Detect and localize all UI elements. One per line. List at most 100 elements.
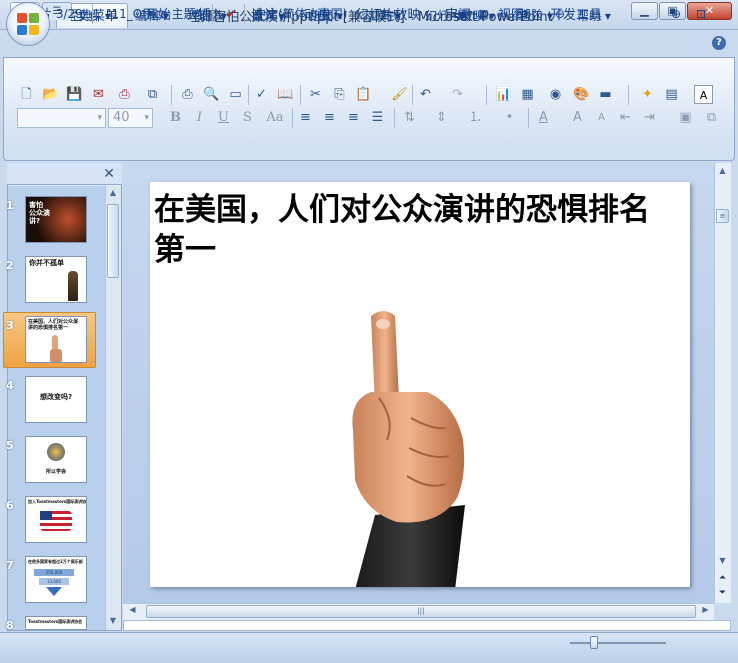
next-slide-icon[interactable]: ⏷ — [716, 588, 729, 601]
toolbar-separator — [394, 108, 395, 128]
vertical-scroll-thumb[interactable]: ≡ — [716, 209, 729, 223]
horizontal-scroll-thumb[interactable]: ||| — [146, 605, 696, 618]
shrink-font-icon[interactable]: A — [592, 108, 611, 127]
language-indicator[interactable]: 中文(简体，中国) — [254, 5, 347, 23]
italic-icon[interactable]: I — [190, 108, 209, 127]
slide-sorter-icon[interactable]: ▦ — [474, 5, 492, 23]
open-icon[interactable]: 📂 — [41, 85, 60, 104]
research-icon[interactable]: 📖 — [276, 85, 295, 104]
scroll-down-icon[interactable]: ▼ — [107, 616, 119, 628]
slide-thumbnail-6[interactable]: 加入Toastmasters国际演讲协会 — [25, 496, 87, 543]
zoom-in-icon[interactable]: ⊕ — [668, 5, 684, 23]
minimize-button[interactable]: ▁ — [631, 2, 658, 20]
quick-styles-icon[interactable]: ⧉ — [702, 108, 721, 127]
spell-check-icon[interactable]: ✔ — [222, 5, 240, 23]
person-figure — [68, 271, 78, 301]
redo-icon[interactable]: ↷ — [448, 85, 467, 104]
help-icon[interactable]: ? — [712, 36, 726, 50]
insert-clipart-icon[interactable]: ◉ — [546, 85, 565, 104]
insert-chart-icon[interactable]: 📊 — [494, 85, 513, 104]
fit-to-window-icon[interactable]: ⊡ — [692, 5, 710, 23]
color-grayscale-icon[interactable]: 🎨 — [572, 85, 591, 104]
change-case-icon[interactable]: Aa — [262, 108, 288, 127]
slide-thumbnail-2[interactable]: 你并不孤单 — [25, 256, 87, 303]
print-preview-icon[interactable]: 🔍 — [202, 85, 221, 104]
slide-color-icon[interactable]: ▬ — [596, 85, 615, 104]
theme-name[interactable]: "11_Office 主题" — [106, 5, 201, 23]
toolbar-separator — [300, 85, 301, 105]
cut-icon[interactable]: ✂ — [306, 85, 325, 104]
font-name-combo[interactable]: ▾ — [17, 108, 106, 128]
align-center-icon[interactable]: ≡ — [320, 108, 339, 127]
slide-show-icon[interactable]: ▭ — [494, 5, 512, 23]
bullets-icon[interactable]: • — [500, 108, 519, 127]
ribbon-tab-row — [0, 30, 738, 58]
font-size-combo[interactable]: 40 ▾ — [108, 108, 153, 128]
slide-thumbnail-8[interactable]: Toastmasters国际演讲协会 — [25, 616, 87, 630]
undo-icon[interactable]: ↶ — [416, 85, 435, 104]
zoom-slider-track[interactable] — [570, 642, 666, 644]
zoom-out-icon[interactable]: ⊖ — [552, 5, 568, 23]
slide-thumbnail-7[interactable]: 在很多国家有超过2万个俱乐部 250,000 13,000 — [25, 556, 87, 603]
current-slide[interactable]: 在美国，人们对公众演讲的恐惧排名第一 — [150, 182, 690, 587]
scroll-up-icon[interactable]: ▲ — [716, 166, 729, 179]
text-box-icon[interactable]: A — [694, 85, 713, 104]
grow-font-icon[interactable]: A — [568, 108, 587, 127]
thumbnail-text: 害怕 公众演讲? — [29, 201, 50, 225]
notes-pane[interactable] — [123, 620, 731, 631]
line-spacing-icon[interactable]: ⇕ — [432, 108, 451, 127]
scroll-up-icon[interactable]: ▲ — [107, 188, 119, 200]
funnel-bar-1: 250,000 — [34, 569, 74, 576]
copy-icon[interactable]: ⎘ — [330, 85, 349, 104]
shadow-icon[interactable]: S — [238, 108, 257, 127]
minimize-icon: ▁ — [640, 4, 649, 17]
slide-design-icon[interactable]: ▤ — [662, 85, 681, 104]
slide-title[interactable]: 在美国，人们对公众演讲的恐惧排名第一 — [154, 190, 674, 270]
insert-table-icon[interactable]: ▦ — [518, 85, 537, 104]
previous-slide-icon[interactable]: ⏶ — [716, 573, 729, 586]
justify-icon[interactable]: ☰ — [368, 108, 387, 127]
slide-thumbnail-3[interactable]: 在美国，人们对公众演讲的恐惧排名第一 — [25, 316, 87, 363]
slide-layout-icon[interactable]: ▭ — [226, 85, 245, 104]
decrease-indent-icon[interactable]: ⇤ — [616, 108, 635, 127]
text-direction-icon[interactable]: ⇅ — [400, 108, 419, 127]
scroll-left-icon[interactable]: ◀ — [126, 605, 139, 618]
scroll-down-icon[interactable]: ▼ — [716, 556, 729, 569]
align-right-icon[interactable]: ≡ — [344, 108, 363, 127]
numbering-icon[interactable]: ⒈ — [466, 108, 485, 127]
scroll-thumb[interactable] — [107, 204, 119, 278]
font-color-icon[interactable]: A — [534, 108, 553, 127]
vertical-scrollbar[interactable] — [714, 163, 731, 603]
zoom-level[interactable]: 56% — [516, 5, 543, 23]
format-painter-icon[interactable]: 🖌 — [390, 85, 409, 104]
menu-help[interactable]: 帮助 ▾ — [577, 7, 611, 25]
increase-indent-icon[interactable]: ⇥ — [640, 108, 659, 127]
scroll-right-icon[interactable]: ▶ — [699, 605, 712, 618]
save-icon[interactable]: 💾 — [65, 85, 84, 104]
slide-thumbnail-1[interactable]: 害怕 公众演讲? — [25, 196, 87, 243]
status-separator — [244, 4, 245, 24]
align-left-icon[interactable]: ≡ — [296, 108, 315, 127]
spelling-icon[interactable]: ✓ — [252, 85, 271, 104]
menu-tools[interactable]: 工具 ▾ — [367, 7, 401, 25]
funnel-tip — [46, 587, 62, 596]
new-icon[interactable]: 🗋 — [17, 85, 36, 104]
zoom-slider-thumb[interactable] — [590, 636, 598, 649]
bold-icon[interactable]: B — [166, 108, 185, 127]
thumbnail-text: 加入Toastmasters国际演讲协会 — [28, 499, 86, 504]
permission-icon[interactable]: ✉ — [89, 85, 108, 104]
office-button[interactable] — [6, 2, 50, 46]
paste-icon[interactable]: 📋 — [354, 85, 373, 104]
slide-thumbnail-5[interactable]: 所以学会 — [25, 436, 87, 483]
slide-thumbnail-4[interactable]: 想改变吗? — [25, 376, 87, 423]
status-separator — [92, 4, 93, 24]
export-pdf-icon[interactable]: ⎙ — [115, 85, 134, 104]
publish-icon[interactable]: ⧉ — [143, 85, 162, 104]
underline-icon[interactable]: U — [214, 108, 233, 127]
new-slide-icon[interactable]: ✦ — [638, 85, 657, 104]
arrange-icon[interactable]: ▣ — [676, 108, 695, 127]
normal-view-icon[interactable]: ▣ — [454, 5, 472, 23]
print-icon[interactable]: ⎙ — [178, 85, 197, 104]
thumbnail-text: 在美国，人们对公众演讲的恐惧排名第一 — [28, 319, 79, 331]
close-pane-button[interactable]: ✕ — [101, 166, 117, 182]
